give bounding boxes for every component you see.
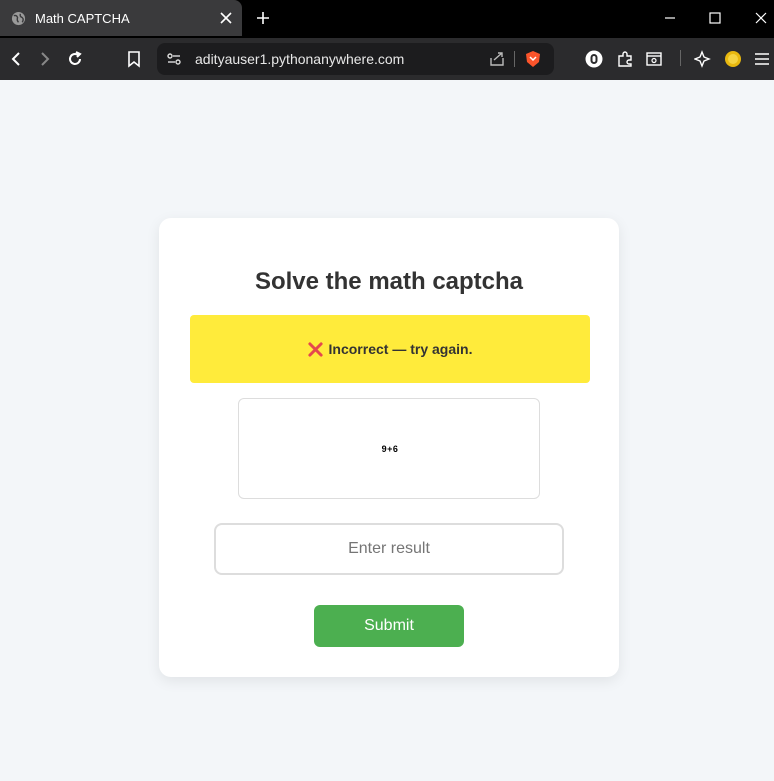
tab-title: Math CAPTCHA [35, 11, 130, 26]
captcha-card: Solve the math captcha Incorrect — try a… [159, 218, 619, 677]
forward-icon[interactable] [36, 50, 54, 68]
url-text: adityauser1.pythonanywhere.com [195, 51, 405, 67]
rewards-icon[interactable] [724, 50, 742, 68]
close-window-icon[interactable] [755, 12, 767, 24]
site-settings-icon[interactable] [165, 50, 183, 68]
maximize-icon[interactable] [709, 12, 721, 24]
divider [514, 51, 515, 67]
captcha-image: 9+6 [238, 398, 540, 499]
result-input[interactable] [214, 523, 564, 575]
extensions-puzzle-icon[interactable] [616, 50, 634, 68]
cross-mark-icon [307, 341, 323, 357]
browser-tab-bar: Math CAPTCHA [0, 0, 774, 38]
error-message: Incorrect — try again. [328, 341, 473, 357]
browser-tab[interactable]: Math CAPTCHA [0, 0, 242, 36]
reload-icon[interactable] [66, 50, 84, 68]
back-icon[interactable] [7, 50, 25, 68]
page-title: Solve the math captcha [254, 268, 524, 295]
submit-button[interactable]: Submit [314, 605, 464, 647]
minimize-icon[interactable] [664, 12, 676, 24]
brave-shield-icon[interactable] [524, 50, 542, 68]
share-icon[interactable] [488, 50, 506, 68]
leo-ai-icon[interactable] [694, 50, 712, 68]
extension-icon[interactable] [585, 50, 603, 68]
error-alert: Incorrect — try again. [190, 315, 590, 383]
close-tab-icon[interactable] [219, 11, 233, 25]
new-tab-icon[interactable] [256, 11, 270, 25]
browser-toolbar: adityauser1.pythonanywhere.com [0, 38, 774, 80]
divider [680, 50, 681, 66]
bookmark-icon[interactable] [125, 50, 143, 68]
globe-icon [11, 11, 26, 26]
captcha-expression: 9+6 [381, 444, 399, 454]
menu-icon[interactable] [753, 50, 771, 68]
address-bar[interactable]: adityauser1.pythonanywhere.com [157, 43, 554, 75]
reader-mode-icon[interactable] [645, 50, 663, 68]
